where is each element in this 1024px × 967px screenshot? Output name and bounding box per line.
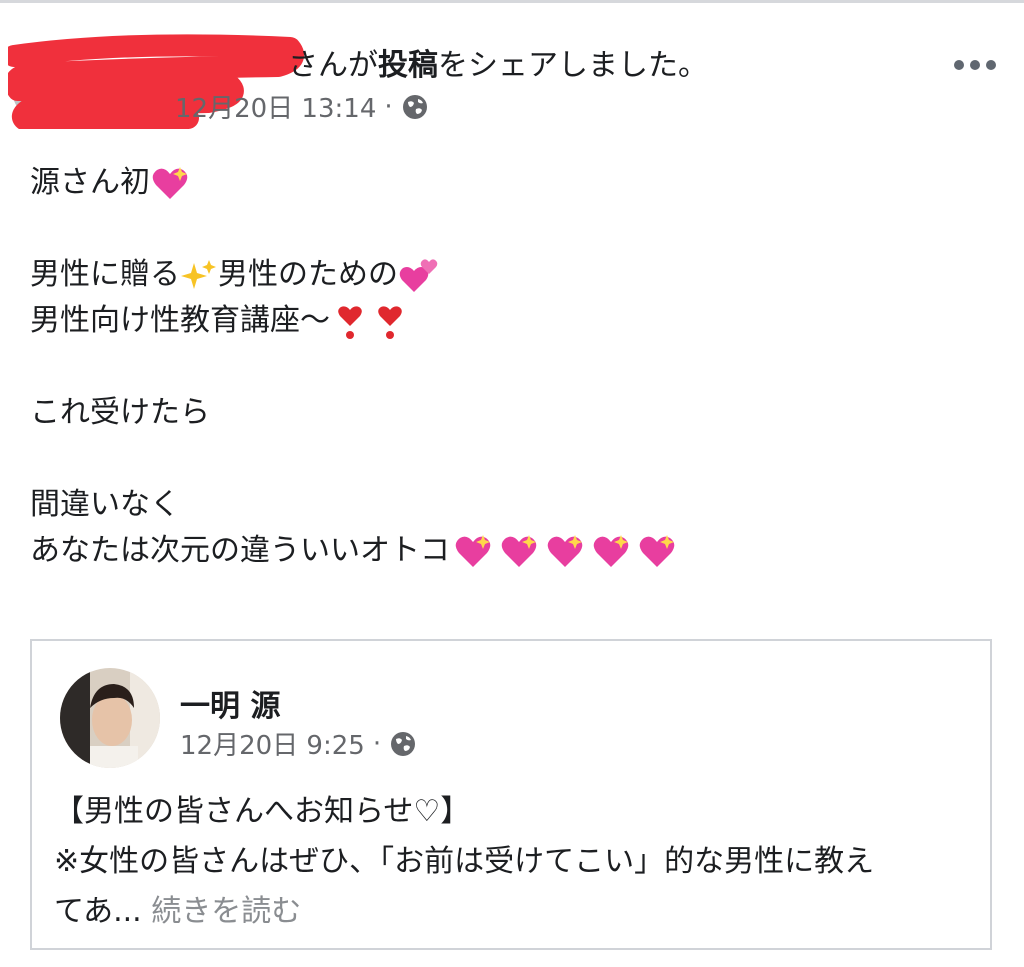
post-text-4: 男性向け性教育講座〜 bbox=[30, 303, 330, 338]
share-prefix: さんが bbox=[288, 48, 378, 83]
globe-icon bbox=[391, 731, 416, 756]
post-line-1: 源さん初 bbox=[30, 160, 990, 206]
sparkling-heart-icon bbox=[455, 534, 491, 567]
post-text-3b: 男性のための bbox=[218, 257, 398, 292]
post-body: 源さん初 男性に贈る 男性のための 男性向け性教育講座〜 これ受けたら 間違いなく… bbox=[30, 160, 990, 574]
shared-author-name[interactable]: 一明 源 bbox=[180, 681, 280, 725]
globe-icon bbox=[402, 94, 427, 119]
shared-text-line-3: てあ... 続きを読む bbox=[54, 887, 974, 937]
post-line-3: 男性に贈る 男性のための bbox=[30, 252, 990, 298]
post-header: さんが投稿をシェアしました。 12月20日 13:14 · bbox=[0, 0, 1024, 140]
post-line-4: 男性向け性教育講座〜 bbox=[30, 298, 990, 344]
sparkles-icon bbox=[181, 259, 216, 289]
shared-post-timestamp[interactable]: 12月20日 9:25 bbox=[180, 725, 365, 762]
shared-text-truncated: てあ... bbox=[54, 894, 142, 929]
sparkling-heart-icon bbox=[501, 534, 537, 567]
post-text-6: これ受けたら bbox=[30, 395, 210, 430]
post-line-6: これ受けたら bbox=[30, 390, 990, 436]
heart-exclamation-icon bbox=[378, 305, 402, 339]
sparkling-heart-icon bbox=[152, 166, 188, 199]
post-timestamp[interactable]: 12月20日 13:14 bbox=[175, 88, 376, 125]
heart-exclamation-icon bbox=[338, 305, 362, 339]
sparkling-heart-icon bbox=[547, 534, 583, 567]
post-text-1: 源さん初 bbox=[30, 165, 150, 200]
meta-separator: · bbox=[372, 728, 382, 759]
shared-text-line-1: 【男性の皆さんへお知らせ♡】 bbox=[54, 794, 471, 829]
post-line-8: 間違いなく bbox=[30, 482, 990, 528]
more-options-icon[interactable] bbox=[950, 55, 1000, 75]
shared-text-line-2: ※女性の皆さんはぜひ、「お前は受けてこい」的な男性に教え bbox=[54, 844, 875, 879]
see-more-link[interactable]: 続きを読む bbox=[151, 894, 301, 929]
meta-separator: · bbox=[384, 91, 393, 122]
post-text-3a: 男性に贈る bbox=[30, 257, 180, 292]
share-notice: さんが投稿をシェアしました。 bbox=[288, 40, 708, 84]
avatar[interactable] bbox=[60, 668, 160, 768]
share-suffix: をシェアしました。 bbox=[438, 48, 708, 83]
post-text-8: 間違いなく bbox=[30, 487, 180, 522]
post-meta: 12月20日 13:14 · bbox=[175, 88, 429, 125]
sparkling-heart-icon bbox=[639, 534, 675, 567]
sparkling-heart-icon bbox=[593, 534, 629, 567]
shared-post-meta: 12月20日 9:25 · bbox=[180, 725, 417, 762]
post-text-9: あなたは次元の違ういいオトコ bbox=[30, 533, 450, 568]
post-link[interactable]: 投稿 bbox=[378, 48, 438, 83]
post-line-9: あなたは次元の違ういいオトコ bbox=[30, 528, 990, 574]
shared-post-body: 【男性の皆さんへお知らせ♡】 ※女性の皆さんはぜひ、「お前は受けてこい」的な男性… bbox=[54, 787, 974, 937]
shared-post-card[interactable]: 一明 源 12月20日 9:25 · 【男性の皆さんへお知らせ♡】 ※女性の皆さ… bbox=[30, 639, 992, 950]
two-hearts-icon bbox=[399, 258, 438, 292]
